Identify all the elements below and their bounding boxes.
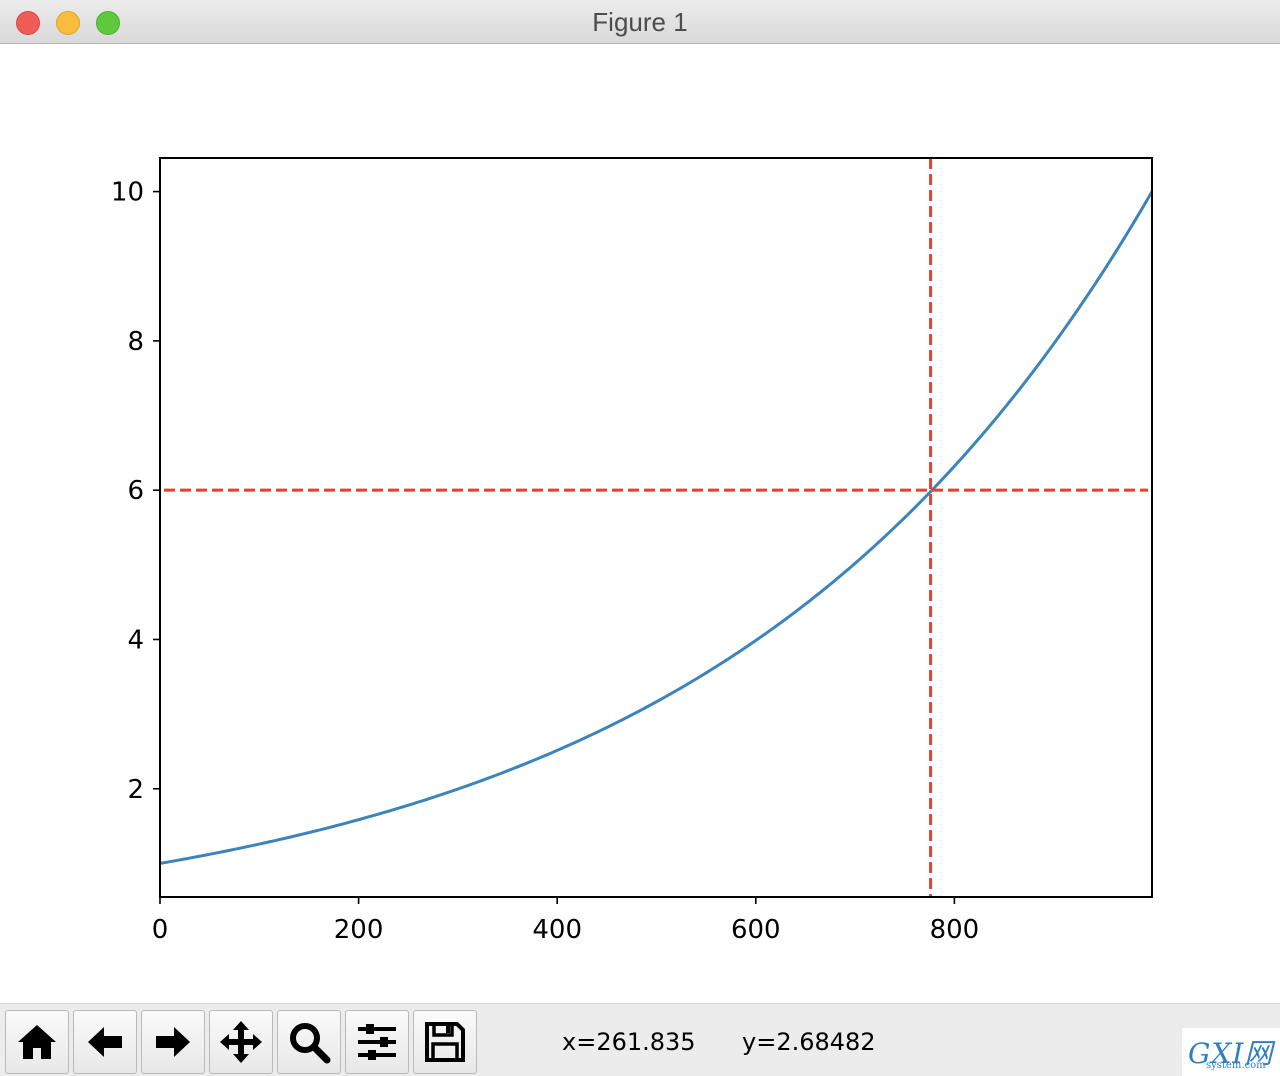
- watermark-logo: GXI网 system.com: [1182, 1028, 1280, 1076]
- title-bar: Figure 1: [0, 0, 1280, 44]
- save-figure-button[interactable]: [413, 1010, 477, 1074]
- home-icon: [18, 1025, 56, 1059]
- configure-subplots-button[interactable]: [345, 1010, 409, 1074]
- arrow-left-icon: [88, 1027, 122, 1057]
- series-line-0: [160, 190, 1152, 865]
- figure-canvas[interactable]: 0 200 400 600 800 2 4 6 8 10: [0, 45, 1280, 1002]
- arrow-right-icon: [156, 1027, 190, 1057]
- x-tick-label: 400: [532, 915, 582, 945]
- y-tick-label: 8: [127, 327, 144, 357]
- x-tick-label: 800: [930, 915, 980, 945]
- x-tick-label: 200: [334, 915, 384, 945]
- home-button[interactable]: [5, 1010, 69, 1074]
- y-tick-label: 4: [127, 625, 144, 655]
- y-coordinate-readout: y=2.68482: [742, 1028, 876, 1056]
- window-title: Figure 1: [592, 7, 688, 37]
- x-tick-label: 0: [152, 915, 169, 945]
- y-tick-label: 2: [127, 775, 144, 805]
- back-button[interactable]: [73, 1010, 137, 1074]
- watermark-subtext: system.com: [1206, 1060, 1266, 1071]
- y-tick-label: 10: [111, 178, 144, 208]
- pan-button[interactable]: [209, 1010, 273, 1074]
- y-tick-label: 6: [127, 476, 144, 506]
- floppy-disk-icon: [425, 1022, 465, 1062]
- zoom-button[interactable]: [277, 1010, 341, 1074]
- x-coordinate-readout: x=261.835: [562, 1028, 696, 1056]
- plot-frame: [159, 157, 1153, 898]
- x-tick-label: 600: [731, 915, 781, 945]
- sliders-icon: [358, 1024, 396, 1060]
- line-chart[interactable]: 0 200 400 600 800 2 4 6 8 10: [0, 45, 1280, 1002]
- move-icon: [220, 1021, 262, 1063]
- forward-button[interactable]: [141, 1010, 205, 1074]
- magnifier-icon: [290, 1023, 331, 1064]
